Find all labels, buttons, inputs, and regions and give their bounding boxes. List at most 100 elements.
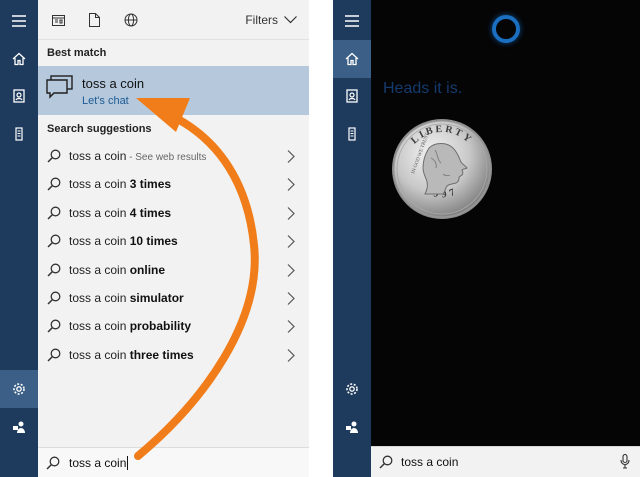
suggestion-item[interactable]: toss a coin simulator — [38, 284, 309, 312]
suggestion-bold: 10 times — [129, 234, 178, 249]
suggestion-bold: online — [129, 262, 166, 277]
notebook-icon — [13, 89, 25, 103]
suggestion-prefix: toss a coin — [69, 319, 130, 334]
search-icon — [47, 348, 61, 362]
suggestion-prefix: toss a coin — [69, 234, 130, 249]
suggestion-text: toss a coin - See web results — [69, 149, 206, 163]
cortana-search-box[interactable]: toss a coin — [371, 446, 640, 477]
pane-divider — [309, 0, 333, 477]
suggestion-prefix: toss a coin — [69, 149, 127, 163]
best-match-result[interactable]: toss a coin Let's chat — [38, 66, 309, 115]
home-icon — [12, 52, 26, 66]
chevron-right-icon[interactable] — [287, 292, 295, 305]
settings-icon — [13, 383, 25, 395]
suggestion-text: toss a coin 3 times — [69, 177, 171, 191]
suggestion-item[interactable]: toss a coin - See web results — [38, 142, 309, 170]
chevron-right-icon[interactable] — [287, 263, 295, 277]
web-filter-button[interactable] — [123, 12, 139, 28]
suggestion-item[interactable]: toss a coin online — [38, 256, 309, 284]
right-nav-rail — [333, 0, 371, 477]
chevron-right-icon[interactable] — [287, 348, 295, 362]
search-icon — [47, 263, 61, 277]
suggestion-bold: probability — [129, 319, 192, 334]
cortana-logo-icon — [492, 15, 520, 43]
hamburger-icon — [12, 15, 26, 27]
suggestion-text: toss a coin probability — [69, 319, 191, 333]
chevron-right-icon[interactable] — [287, 235, 295, 249]
feedback-icon — [346, 421, 358, 433]
search-icon — [46, 456, 60, 470]
suggestion-item[interactable]: toss a coin 4 times — [38, 199, 309, 227]
suggestion-prefix: toss a coin — [69, 262, 130, 277]
settings-button[interactable] — [0, 370, 38, 408]
notebook-button[interactable] — [0, 77, 38, 115]
chevron-right-icon[interactable] — [287, 206, 295, 220]
suggestion-text: toss a coin 10 times — [69, 234, 178, 248]
hamburger-menu-button[interactable] — [0, 2, 38, 40]
document-icon — [88, 13, 100, 27]
suggestion-bold: 3 times — [129, 177, 172, 192]
apps-icon — [51, 14, 65, 26]
chevron-right-icon[interactable] — [287, 178, 295, 192]
filters-dropdown[interactable]: Filters — [245, 13, 297, 27]
suggestion-text: toss a coin three times — [69, 348, 194, 362]
suggestion-bold: simulator — [129, 291, 184, 305]
suggestion-text: toss a coin 4 times — [69, 206, 171, 220]
search-icon — [47, 319, 61, 333]
feedback-button[interactable] — [0, 408, 38, 446]
chevron-right-icon[interactable] — [287, 150, 295, 163]
suggestion-prefix: toss a coin — [69, 177, 130, 192]
home-icon — [345, 52, 359, 66]
suggestion-item[interactable]: toss a coin 10 times — [38, 227, 309, 255]
search-input[interactable]: toss a coin — [69, 456, 129, 470]
suggestion-text: toss a coin simulator — [69, 291, 184, 305]
best-match-heading: Best match — [47, 47, 107, 59]
suggestion-item[interactable]: toss a coin probability — [38, 312, 309, 340]
suggestion-prefix: toss a coin — [69, 291, 130, 305]
notebook-button-right[interactable] — [333, 77, 371, 115]
cortana-answer-pane: Heads it is. LIBERTY 1997 IN GOD WE TRUS… — [371, 0, 640, 446]
search-icon — [47, 149, 61, 163]
feedback-button-right[interactable] — [333, 408, 371, 446]
search-icon — [379, 455, 393, 469]
suggestion-prefix: toss a coin — [69, 347, 130, 362]
suggestion-item[interactable]: toss a coin three times — [38, 341, 309, 369]
device-icon — [15, 127, 23, 141]
suggestion-text: toss a coin online — [69, 263, 165, 277]
suggestion-prefix: toss a coin — [69, 205, 130, 220]
globe-icon — [124, 13, 138, 27]
best-match-subtitle: Let's chat — [82, 95, 129, 107]
suggestion-bold: 4 times — [129, 205, 172, 220]
suggestion-extra: - See web results — [126, 152, 207, 163]
quarter-coin-image: LIBERTY 1997 IN GOD WE TRUST — [392, 119, 492, 219]
devices-button[interactable] — [0, 115, 38, 153]
search-icon — [47, 234, 61, 248]
search-box[interactable]: toss a coin — [38, 447, 309, 477]
chevron-right-icon[interactable] — [287, 320, 295, 334]
apps-filter-button[interactable] — [50, 12, 66, 28]
documents-filter-button[interactable] — [86, 12, 102, 28]
microphone-icon[interactable] — [620, 454, 630, 469]
cortana-search-input[interactable]: toss a coin — [401, 455, 458, 469]
suggestion-item[interactable]: toss a coin 3 times — [38, 170, 309, 198]
home-button[interactable] — [0, 40, 38, 78]
devices-button-right[interactable] — [333, 115, 371, 153]
best-match-title: toss a coin — [82, 76, 145, 91]
cortana-answer-text: Heads it is. — [383, 80, 463, 97]
search-pane-toolbar: Filters — [38, 0, 309, 40]
search-icon — [47, 206, 61, 220]
filters-label: Filters — [245, 13, 278, 27]
settings-button-right[interactable] — [333, 370, 371, 408]
feedback-icon — [13, 421, 25, 433]
chat-icon — [46, 75, 73, 99]
notebook-icon — [346, 89, 358, 103]
home-button-right[interactable] — [333, 40, 371, 78]
search-icon — [47, 291, 61, 305]
settings-icon — [346, 383, 358, 395]
suggestion-bold: three times — [129, 347, 194, 362]
hamburger-menu-button-right[interactable] — [333, 2, 371, 40]
hamburger-icon — [345, 15, 359, 27]
left-nav-rail — [0, 0, 38, 477]
chevron-down-icon — [284, 16, 297, 24]
search-icon — [47, 177, 61, 191]
